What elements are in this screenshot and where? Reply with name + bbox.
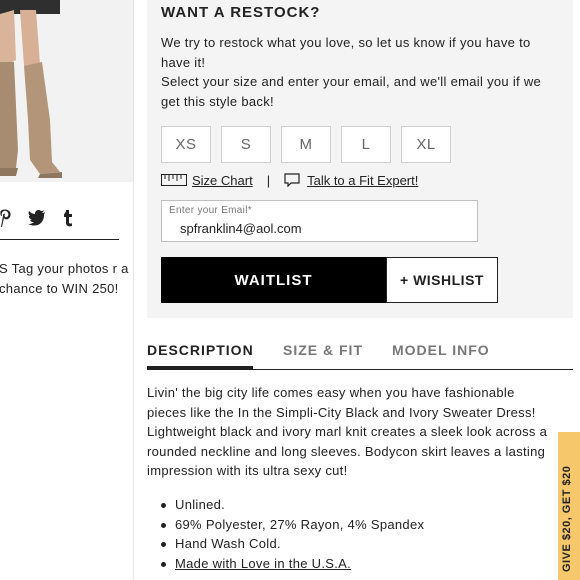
tab-size-fit[interactable]: SIZE & FIT (283, 342, 363, 358)
referral-promo-text: GIVE $20, GET $20 (561, 465, 573, 572)
size-button-s[interactable]: S (221, 126, 271, 163)
restock-title: WANT A RESTOCK? (161, 4, 321, 21)
product-image-boots (0, 0, 133, 182)
list-item-text: Hand Wash Cold. (175, 536, 281, 552)
restock-intro-text: We try to restock what you love, so let … (161, 35, 531, 70)
tumblr-icon[interactable] (62, 209, 74, 227)
made-in-usa-link[interactable]: Made with Love in the U.S.A. (175, 556, 351, 571)
size-button-xl[interactable]: XL (401, 126, 451, 163)
size-help-links: Size Chart | Talk to a Fit Expert! (161, 170, 418, 190)
social-divider (0, 239, 119, 240)
product-info-tabs: DESCRIPTION SIZE & FIT MODEL INFO (147, 340, 573, 370)
social-promo-text: S Tag your photos r a chance to WIN 250! (0, 261, 129, 296)
wishlist-button[interactable]: + WISHLIST (386, 257, 498, 303)
left-column: S Tag your photos r a chance to WIN 250! (0, 0, 134, 580)
restock-panel: WANT A RESTOCK? We try to restock what y… (147, 0, 573, 318)
fit-expert-link[interactable]: Talk to a Fit Expert! (307, 173, 418, 188)
link-separator: | (266, 172, 271, 188)
size-chart-link[interactable]: Size Chart (192, 173, 253, 188)
active-tab-indicator (147, 366, 253, 369)
ruler-icon[interactable] (161, 174, 187, 186)
list-item: Hand Wash Cold. (161, 534, 424, 554)
restock-instruction-text: Select your size and enter your email, a… (161, 74, 542, 109)
product-image[interactable] (0, 0, 133, 182)
product-details-list: Unlined. 69% Polyester, 27% Rayon, 4% Sp… (161, 495, 424, 573)
tab-model-info[interactable]: MODEL INFO (392, 342, 490, 358)
twitter-icon[interactable] (28, 210, 46, 226)
list-item-text: Unlined. (175, 497, 226, 512)
chat-bubble-icon[interactable] (284, 173, 300, 188)
size-selector: XS S M L XL (161, 126, 451, 163)
tab-description[interactable]: DESCRIPTION (147, 342, 254, 358)
size-button-m[interactable]: M (281, 126, 331, 163)
list-item: Unlined. (161, 495, 424, 515)
email-field[interactable]: Enter your Email* (161, 200, 478, 242)
list-item[interactable]: Made with Love in the U.S.A. (161, 554, 424, 574)
list-item: 69% Polyester, 27% Rayon, 4% Spandex (161, 515, 424, 535)
size-button-xs[interactable]: XS (161, 126, 211, 163)
email-input[interactable] (180, 221, 460, 236)
size-button-l[interactable]: L (341, 126, 391, 163)
social-share-row (0, 206, 74, 230)
email-field-label: Enter your Email* (169, 205, 252, 216)
pinterest-icon[interactable] (0, 208, 12, 228)
list-item-text: 69% Polyester, 27% Rayon, 4% Spandex (175, 516, 425, 532)
waitlist-button[interactable]: WAITLIST (161, 257, 386, 303)
description-text: Livin' the big city life comes easy when… (147, 385, 548, 479)
referral-promo-tab[interactable]: GIVE $20, GET $20 (558, 432, 580, 580)
